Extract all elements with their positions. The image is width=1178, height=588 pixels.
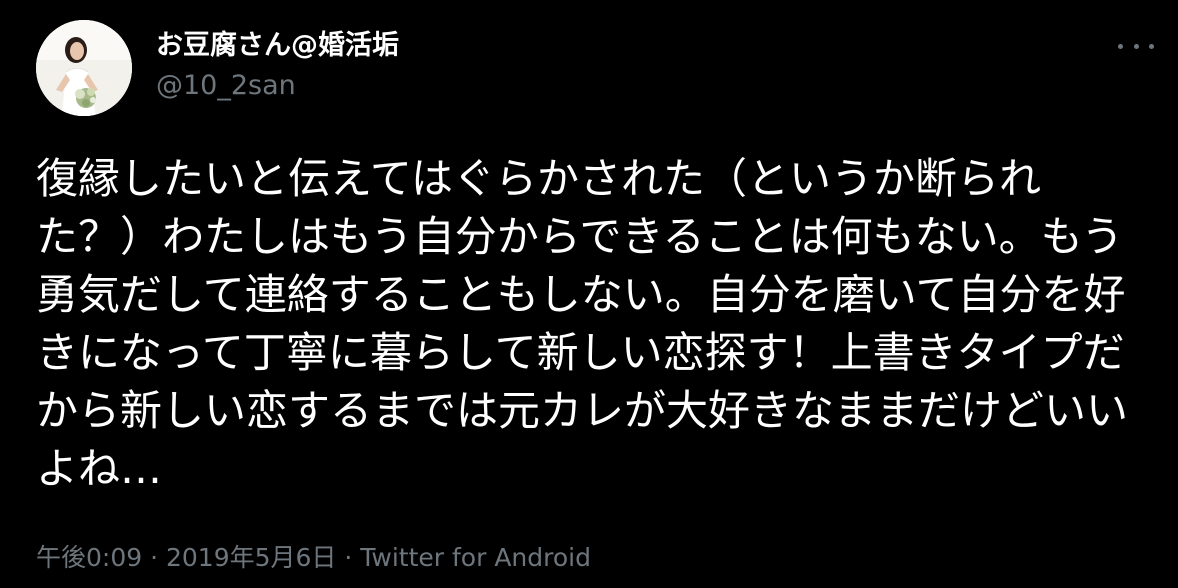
profile-photo [36, 20, 132, 116]
avatar[interactable] [36, 20, 132, 116]
tweet-text: 復縁したいと伝えてはぐらかされた（というか断られた？）わたしはもう自分からできる… [36, 154, 1129, 493]
more-horizontal-icon [1133, 43, 1139, 49]
tweet-meta: 午後0:09 · 2019年5月6日 · Twitter for Android [36, 540, 591, 576]
tweet-source-link[interactable]: Twitter for Android [360, 543, 591, 572]
meta-separator: · [142, 543, 166, 572]
meta-separator: · [336, 543, 361, 572]
tweet-card: お豆腐さん@婚活垢 @10_2san 復縁したいと伝えてはぐらかされた（というか… [0, 0, 1178, 588]
author-display-name[interactable]: お豆腐さん@婚活垢 [156, 28, 399, 64]
more-options-button[interactable] [1118, 34, 1154, 58]
more-horizontal-icon [1149, 43, 1154, 49]
tweet-date-link[interactable]: 2019年5月6日 [166, 543, 336, 572]
author-block[interactable]: お豆腐さん@婚活垢 @10_2san [156, 28, 399, 104]
more-horizontal-icon [1118, 43, 1123, 49]
author-handle[interactable]: @10_2san [156, 68, 399, 104]
tweet-time-link[interactable]: 午後0:09 [36, 543, 142, 572]
